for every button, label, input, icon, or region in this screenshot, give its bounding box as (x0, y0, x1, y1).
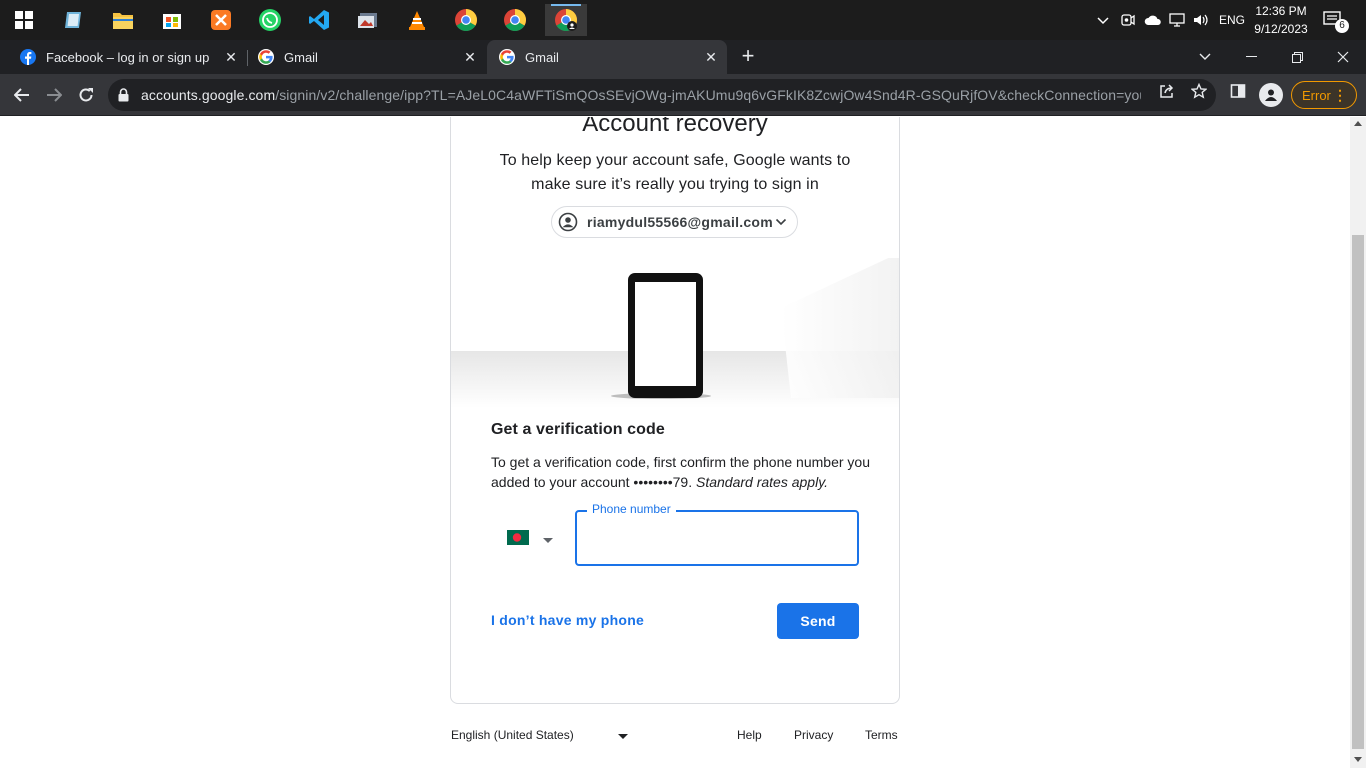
facebook-icon (20, 49, 36, 65)
picture-viewer-icon[interactable] (349, 4, 387, 36)
scrollbar-thumb[interactable] (1352, 235, 1364, 749)
vlc-icon[interactable] (398, 4, 436, 36)
notification-center-icon[interactable]: 6 (1322, 0, 1349, 40)
send-button[interactable]: Send (777, 603, 859, 639)
tab-gmail[interactable]: Gmail ✕ (238, 40, 486, 74)
microsoft-store-icon[interactable] (153, 4, 191, 36)
close-tab-icon[interactable]: ✕ (703, 49, 719, 65)
show-hidden-icons-chevron-icon[interactable] (1096, 0, 1110, 40)
vscode-icon[interactable] (300, 4, 338, 36)
side-panel-icon[interactable] (1229, 82, 1247, 100)
url-host: accounts.google.com (141, 87, 276, 103)
clock-time: 12:36 PM (1255, 4, 1307, 18)
close-tab-icon[interactable]: ✕ (462, 49, 478, 65)
terms-link[interactable]: Terms (865, 728, 898, 742)
file-explorer-icon[interactable] (104, 4, 142, 36)
tab-search-chevron-icon[interactable] (1182, 40, 1228, 74)
tab-facebook[interactable]: Facebook – log in or sign up ✕ (0, 40, 247, 74)
windows-start-icon[interactable] (5, 4, 43, 36)
scroll-up-arrow-icon[interactable] (1354, 121, 1362, 126)
chrome-profile-icon[interactable] (545, 4, 587, 36)
account-circle-icon (558, 212, 578, 232)
phone-illustration (451, 253, 899, 408)
network-icon[interactable] (1168, 0, 1186, 40)
account-chip[interactable]: riamydul55566@gmail.com (551, 206, 798, 238)
page-scrollbar[interactable] (1350, 117, 1366, 768)
chrome-error-button[interactable]: Error ⋮ (1291, 81, 1357, 109)
address-bar[interactable]: accounts.google.com/signin/v2/challenge/… (108, 79, 1216, 111)
bookmark-star-icon[interactable] (1190, 82, 1208, 100)
language-indicator[interactable]: ENG (1219, 0, 1245, 40)
country-dropdown-caret-icon (543, 537, 553, 543)
new-tab-plus-icon[interactable]: + (736, 45, 760, 69)
page-subtitle: To help keep your account safe, Google w… (499, 152, 851, 193)
share-icon[interactable] (1158, 82, 1176, 100)
volume-icon[interactable] (1192, 0, 1210, 40)
onedrive-cloud-icon[interactable] (1144, 0, 1162, 40)
error-label: Error (1302, 87, 1331, 103)
no-phone-link[interactable]: I don’t have my phone (491, 612, 644, 628)
taskbar-clock[interactable]: 12:36 PM 9/12/2023 (1248, 2, 1314, 38)
bangladesh-flag-icon (507, 530, 529, 550)
account-email: riamydul55566@gmail.com (587, 214, 773, 230)
tab-title: Gmail (525, 49, 559, 65)
profile-avatar-icon[interactable] (1259, 83, 1283, 107)
country-selector[interactable] (507, 530, 559, 550)
chrome-icon[interactable] (447, 4, 485, 36)
url-text: accounts.google.com/signin/v2/challenge/… (141, 87, 1141, 103)
chevron-down-icon (775, 218, 787, 226)
tab-title: Gmail (284, 49, 318, 65)
language-label: English (United States) (451, 728, 574, 742)
minimize-window-icon[interactable] (1228, 40, 1274, 74)
google-icon (499, 49, 515, 65)
url-path: /signin/v2/challenge/ipp?TL=AJeL0C4aWFTi… (275, 87, 1141, 103)
browser-tab-strip: Facebook – log in or sign up ✕ Gmail ✕ G… (0, 40, 1366, 74)
page-viewport: Account recovery To help keep your accou… (0, 117, 1350, 768)
section-title: Get a verification code (491, 421, 665, 438)
chrome-icon[interactable] (496, 4, 534, 36)
language-selector[interactable]: English (United States) (451, 728, 574, 742)
whatsapp-icon[interactable] (251, 4, 289, 36)
page-footer: English (United States) Help Privacy Ter… (450, 723, 900, 747)
phone-number-field[interactable]: Phone number (575, 502, 859, 566)
tab-gmail-active[interactable]: Gmail ✕ (487, 40, 727, 74)
close-tab-icon[interactable]: ✕ (223, 49, 239, 65)
reload-icon[interactable] (71, 80, 101, 110)
forward-arrow-icon[interactable] (39, 80, 69, 110)
restore-window-icon[interactable] (1274, 40, 1320, 74)
language-caret-icon (618, 734, 628, 739)
help-link[interactable]: Help (737, 728, 762, 742)
section-description: To get a verification code, first confir… (491, 452, 871, 492)
notepad-icon[interactable] (55, 4, 93, 36)
account-recovery-card: Account recovery To help keep your accou… (450, 117, 900, 704)
browser-toolbar: accounts.google.com/signin/v2/challenge/… (0, 74, 1366, 116)
close-window-icon[interactable] (1320, 40, 1366, 74)
meet-now-icon[interactable] (1120, 0, 1136, 40)
tab-title: Facebook – log in or sign up (46, 49, 210, 65)
xampp-icon[interactable] (202, 4, 240, 36)
standard-rates-note: Standard rates apply. (696, 474, 829, 490)
scroll-down-arrow-icon[interactable] (1354, 757, 1362, 762)
back-arrow-icon[interactable] (7, 80, 37, 110)
windows-taskbar: ENG 12:36 PM 9/12/2023 6 (0, 0, 1366, 40)
chrome-menu-dots-icon[interactable]: ⋮ (1333, 87, 1347, 103)
clock-date: 9/12/2023 (1254, 22, 1308, 36)
privacy-link[interactable]: Privacy (794, 728, 833, 742)
lock-icon[interactable] (118, 88, 129, 102)
page-title: Account recovery (582, 117, 768, 137)
google-icon (258, 49, 274, 65)
phone-number-input[interactable] (577, 512, 857, 564)
notification-count-badge: 6 (1335, 19, 1349, 33)
